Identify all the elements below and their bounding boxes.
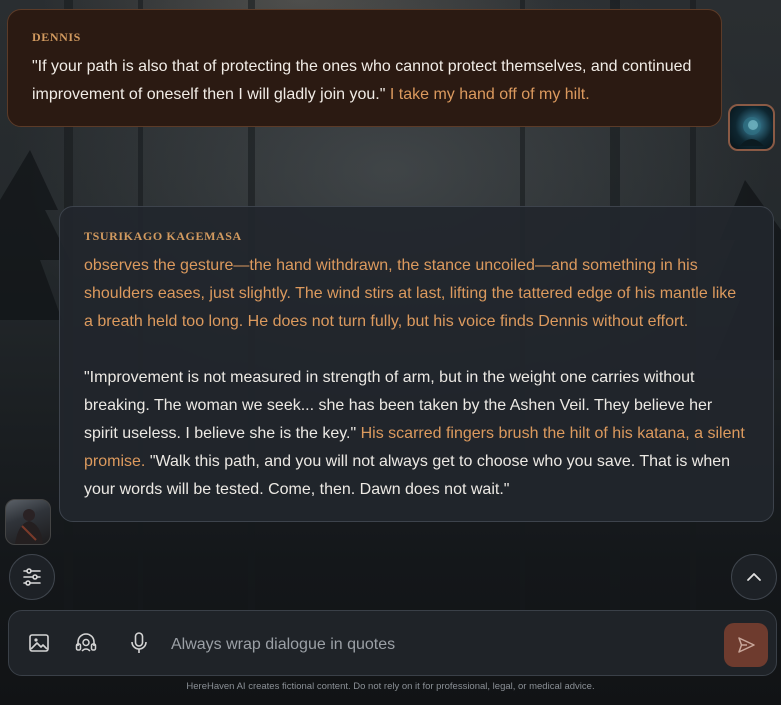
user-message-bubble: DENNIS "If your path is also that of pro…	[7, 9, 722, 127]
scroll-to-top-button[interactable]	[731, 554, 777, 600]
character-avatar[interactable]	[5, 499, 51, 545]
footer-disclaimer: HereHaven AI creates fictional content. …	[186, 681, 595, 692]
sliders-icon	[23, 568, 41, 586]
message-input[interactable]	[169, 629, 713, 661]
user-avatar[interactable]	[728, 104, 775, 151]
settings-button[interactable]	[9, 554, 55, 600]
image-icon	[29, 634, 49, 652]
character-avatar-art-icon	[15, 509, 43, 544]
send-button[interactable]	[724, 623, 768, 667]
user-avatar-art-icon	[740, 117, 764, 146]
ai-action-1: observes the gesture—the hand withdrawn,…	[84, 257, 737, 330]
ai-speaker-name: TSURIKAGO KAGEMASA	[84, 229, 242, 243]
chevron-up-icon	[747, 573, 761, 581]
voice-chat-button[interactable]	[74, 631, 98, 655]
microphone-button[interactable]	[127, 631, 151, 655]
message-composer	[8, 610, 777, 676]
user-dialogue: "If your path is also that of protecting…	[32, 58, 692, 103]
user-speaker-name: DENNIS	[32, 30, 81, 44]
microphone-icon	[131, 632, 147, 653]
ai-message-bubble: TSURIKAGO KAGEMASA observes the gesture—…	[59, 206, 774, 522]
voice-chat-icon	[75, 633, 97, 652]
ai-message-text: observes the gesture—the hand withdrawn,…	[84, 252, 749, 504]
ai-dialogue-2: "Walk this path, and you will not always…	[84, 453, 731, 498]
user-action: I take my hand off of my hilt.	[389, 86, 590, 103]
user-message-text: "If your path is also that of protecting…	[32, 53, 697, 109]
send-icon	[738, 637, 755, 653]
image-upload-button[interactable]	[27, 631, 51, 655]
